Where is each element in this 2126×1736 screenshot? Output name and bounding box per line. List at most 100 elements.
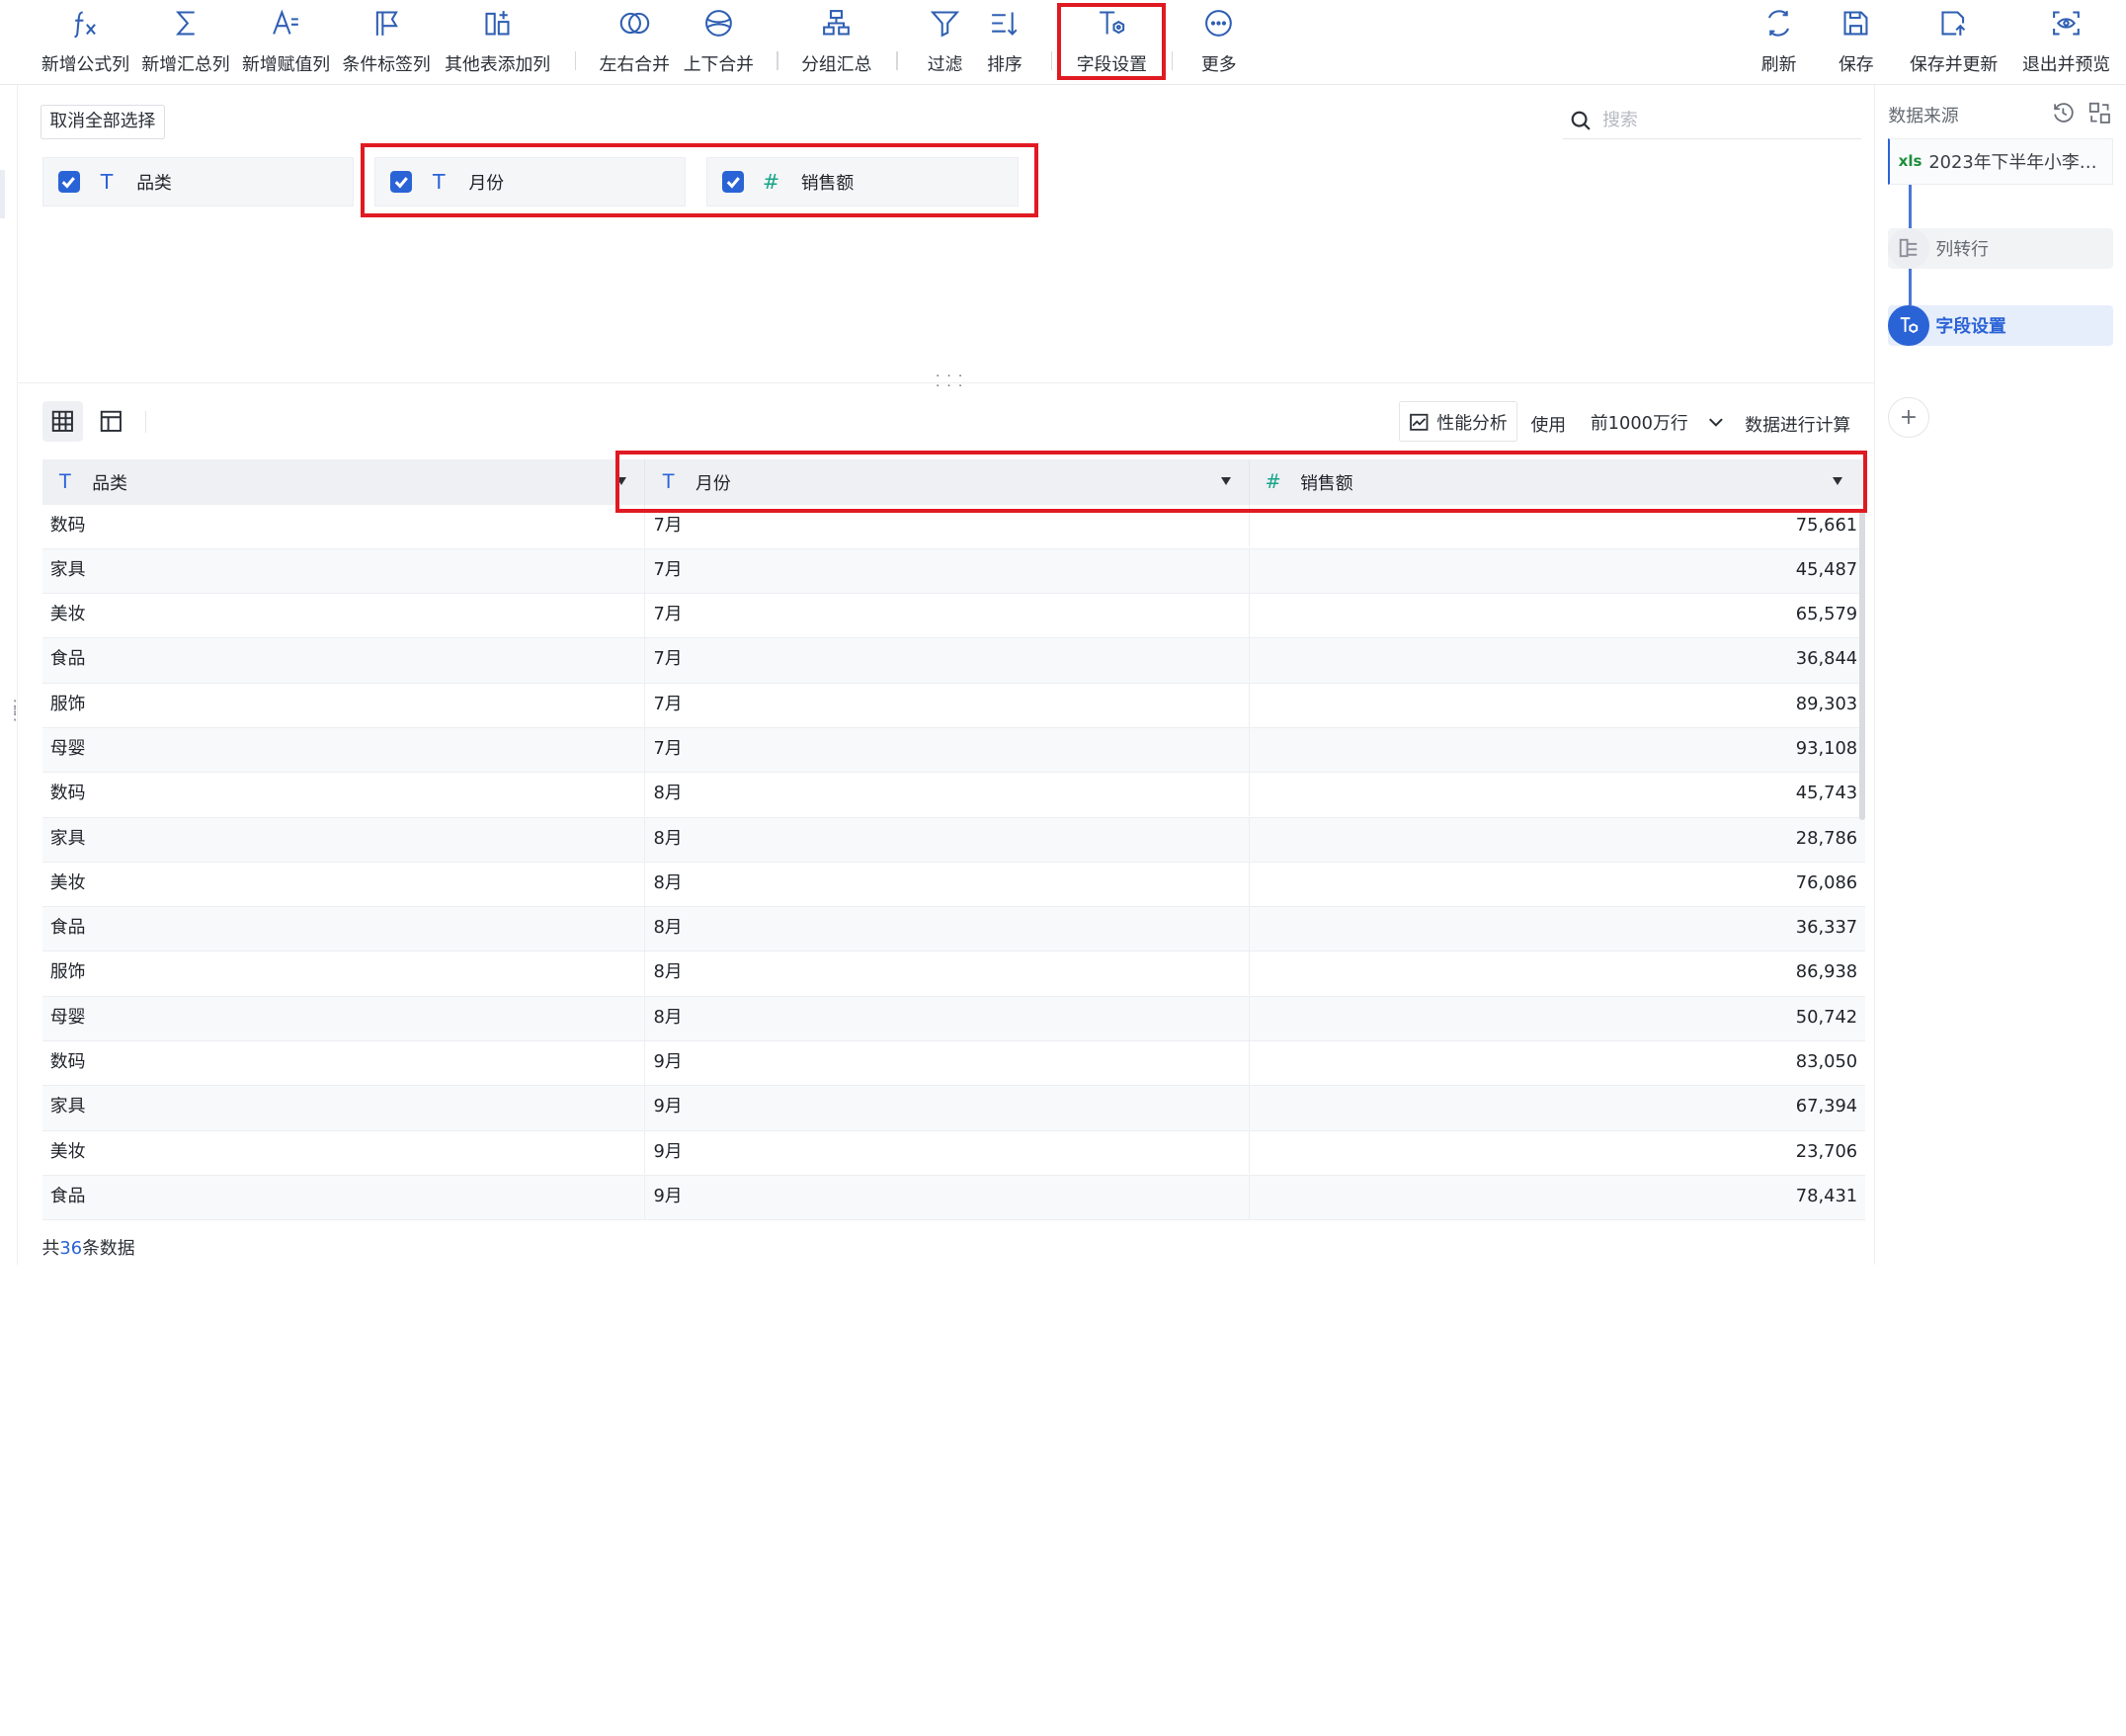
table-body: 数码 7月 75,661 家具 7月 45,487 美妆 7月 65,579 食品 7月 36,844… (41, 504, 1866, 1225)
table-cell: 86,938 (1795, 961, 1858, 983)
field-checkbox[interactable] (57, 170, 80, 193)
columns-highlight (615, 450, 1867, 513)
toolbar-divider (896, 51, 898, 71)
layout-view-button[interactable] (91, 401, 131, 442)
table-row: 家具 8月 28,786 (41, 817, 1866, 863)
add-column-from-table-button[interactable]: 其他表添加列 (442, 0, 553, 81)
sort-icon (984, 3, 1024, 43)
toolbar-label: 其他表添加列 (445, 53, 551, 75)
chevron-down-icon (1708, 418, 1723, 427)
layout-icon (100, 411, 123, 433)
toolbar-divider (574, 51, 577, 71)
table-cell: 母婴 (42, 727, 646, 772)
toolbar: 新增公式列 新增汇总列 新增赋值列 条件标签列 其他表添加列 左右合并 上下合并… (0, 0, 2126, 86)
rail-marker (0, 169, 6, 218)
column-header[interactable]: T 品类 (42, 459, 646, 505)
table-cell: 食品 (42, 638, 646, 683)
save-and-update-button[interactable]: 保存并更新 (1907, 0, 2002, 81)
data-source-panel: 数据来源 xls 2023年下半年小李直… 列转行 字段设置 + (1873, 85, 2126, 1266)
table-cell: 数码 (42, 1040, 646, 1085)
step-unpivot[interactable]: 列转行 (1888, 227, 2114, 269)
etl-editor: 新增公式列 新增汇总列 新增赋值列 条件标签列 其他表添加列 左右合并 上下合并… (0, 0, 2126, 1266)
search-input[interactable] (1602, 110, 1847, 131)
expand-icon[interactable] (2087, 101, 2112, 125)
table-row: 美妆 8月 76,086 (41, 862, 1866, 908)
add-formula-column-button[interactable]: 新增公式列 (41, 0, 130, 81)
table-cell: 50,742 (1795, 1006, 1858, 1028)
row-limit-select[interactable]: 前1000万行 (1584, 401, 1730, 442)
table-cell: 23,706 (1795, 1140, 1858, 1162)
table-row: 数码 8月 45,743 (41, 773, 1866, 818)
union-vertical-button[interactable]: 上下合并 (681, 0, 757, 81)
resize-handle-icon[interactable]: · · · · · · (936, 371, 964, 393)
table-row: 家具 9月 67,394 (41, 1086, 1866, 1131)
grid-view-button[interactable] (41, 401, 83, 443)
performance-analysis-button[interactable]: 性能分析 (1399, 401, 1518, 443)
more-button[interactable]: 更多 (1193, 0, 1245, 81)
step-field-settings[interactable]: 字段设置 (1888, 304, 2114, 346)
table-row: 食品 9月 78,431 (41, 1175, 1866, 1221)
formula-icon (65, 3, 106, 43)
table-cell: 8月 (645, 907, 1251, 951)
table-cell: 食品 (42, 907, 646, 951)
toolbar-label: 新增赋值列 (241, 53, 331, 75)
table-cell: 9月 (645, 1130, 1251, 1175)
table-cell: 67,394 (1795, 1096, 1858, 1117)
table-cell: 8月 (645, 817, 1251, 862)
condition-tag-icon (367, 3, 407, 43)
join-horizontal-button[interactable]: 左右合并 (597, 0, 673, 81)
table-cell: 美妆 (42, 1130, 646, 1175)
add-summary-column-button[interactable]: 新增汇总列 (141, 0, 231, 81)
refresh-button[interactable]: 刷新 (1754, 0, 1805, 81)
filter-button[interactable]: 过滤 (919, 0, 970, 81)
add-step-button[interactable]: + (1888, 397, 1929, 439)
table-cell: 9月 (645, 1040, 1251, 1085)
flow-connector (1908, 268, 1912, 307)
table-cell: 65,579 (1795, 604, 1858, 625)
table-row: 数码 9月 83,050 (41, 1040, 1866, 1087)
save-button[interactable]: 保存 (1831, 0, 1882, 81)
table-cell: 食品 (42, 1175, 646, 1219)
table-cell: 45,487 (1795, 558, 1858, 580)
toolbar-label: 保存并更新 (1910, 53, 1999, 75)
toolbar-label: 退出并预览 (2021, 53, 2111, 75)
table-cell: 7月 (645, 683, 1251, 727)
table-row: 母婴 7月 93,108 (41, 727, 1866, 774)
source-node[interactable]: xls 2023年下半年小李直… (1888, 137, 2114, 185)
table-cell: 母婴 (42, 996, 646, 1040)
toolbar-divider (1050, 51, 1052, 71)
table-cell: 服饰 (42, 683, 646, 727)
toolbar-label: 分组汇总 (801, 53, 872, 75)
grid-icon (51, 411, 73, 433)
drag-handle-icon[interactable]: ⋮ ⋮ (7, 698, 23, 722)
chart-icon (1409, 413, 1428, 431)
add-condition-tag-column-button[interactable]: 条件标签列 (342, 0, 432, 81)
sort-button[interactable]: 排序 (979, 0, 1030, 81)
row-count-number: 36 (59, 1237, 83, 1259)
assign-value-icon (266, 3, 306, 43)
column-name: 品类 (92, 472, 127, 494)
unpivot-icon (1888, 227, 1929, 269)
group-summary-icon (816, 3, 857, 43)
add-assign-column-button[interactable]: 新增赋值列 (241, 0, 331, 81)
field-search[interactable] (1563, 102, 1862, 140)
step-label: 列转行 (1935, 239, 1989, 261)
table-row: 母婴 8月 50,742 (41, 996, 1866, 1041)
table-cell: 36,844 (1795, 648, 1858, 670)
table-cell: 9月 (645, 1175, 1251, 1219)
text-type-icon: T (100, 169, 114, 194)
field-card[interactable]: T 品类 (41, 157, 355, 207)
toolbar-label: 排序 (987, 53, 1022, 75)
table-cell: 76,086 (1795, 871, 1858, 893)
table-cell: 8月 (645, 773, 1251, 817)
group-summary-button[interactable]: 分组汇总 (797, 0, 876, 81)
deselect-all-button[interactable]: 取消全部选择 (41, 104, 165, 140)
table-cell: 服饰 (42, 951, 646, 996)
toolbar-label: 条件标签列 (342, 53, 431, 75)
table-cell: 数码 (42, 773, 646, 817)
toolbar-label: 过滤 (927, 53, 963, 75)
vertical-scrollbar[interactable] (1858, 508, 1866, 821)
history-icon[interactable] (2051, 101, 2076, 125)
toolbar-label: 左右合并 (599, 53, 670, 75)
exit-and-preview-button[interactable]: 退出并预览 (2020, 0, 2112, 81)
